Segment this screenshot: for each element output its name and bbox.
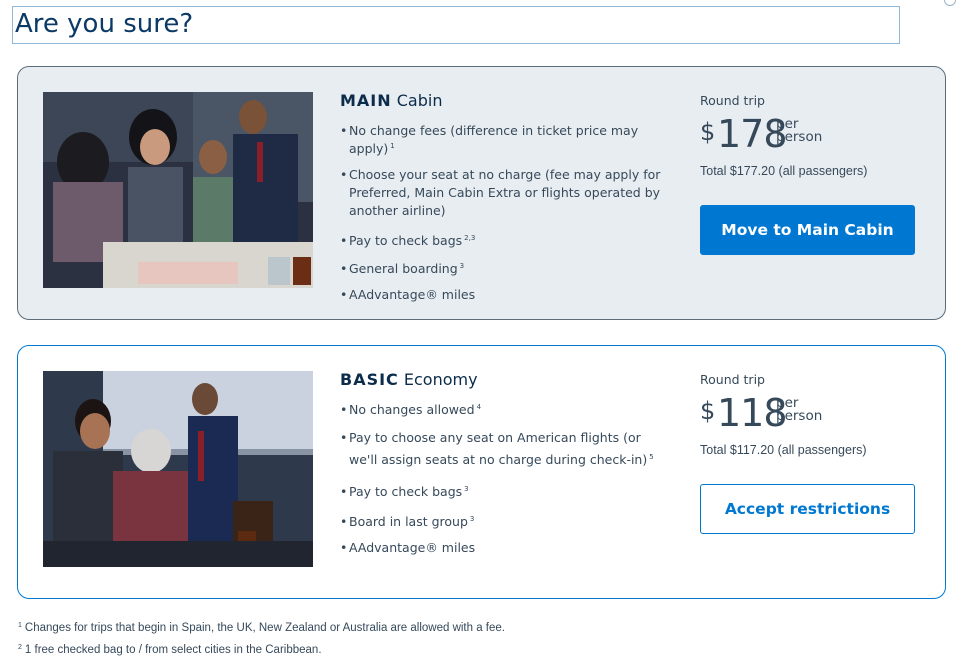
main-cabin-card: MAIN Cabin No change fees (difference in…: [17, 66, 946, 320]
total-price: Total $117.20 (all passengers): [700, 443, 867, 457]
feature-item: Pay to check bags3: [340, 483, 680, 501]
basic-economy-card: BASIC Economy No changes allowed4 Pay to…: [17, 345, 946, 599]
currency-symbol: $: [700, 118, 716, 146]
footnotes: 1 Changes for trips that begin in Spain, …: [18, 617, 918, 661]
feature-item: Choose your seat at no charge (fee may a…: [340, 166, 680, 220]
main-cabin-fare-name: MAIN Cabin: [340, 91, 442, 110]
per-person-label: per person: [776, 116, 823, 145]
round-trip-label: Round trip: [700, 93, 765, 108]
total-price: Total $177.20 (all passengers): [700, 164, 868, 178]
feature-item: Pay to choose any seat on American fligh…: [340, 427, 680, 471]
dialog-title: Are you sure?: [12, 6, 900, 44]
move-to-main-cabin-button[interactable]: Move to Main Cabin: [700, 205, 915, 255]
main-cabin-photo: [43, 92, 313, 288]
feature-item: No changes allowed4: [340, 401, 680, 419]
basic-economy-price: Round trip $ 118 per person Total $117.20…: [700, 372, 920, 457]
accept-restrictions-button[interactable]: Accept restrictions: [700, 484, 915, 534]
basic-economy-features: No changes allowed4 Pay to choose any se…: [340, 401, 680, 557]
fare-name-rest: Economy: [403, 370, 478, 389]
footnote: 21 free checked bag to / from select cit…: [18, 644, 322, 656]
main-cabin-features: No change fees (difference in ticket pri…: [340, 122, 680, 304]
feature-item: Pay to check bags2,3: [340, 232, 680, 250]
feature-item: AAdvantage® miles: [340, 286, 680, 304]
price-row: $ 178 per person: [700, 112, 920, 158]
footnote: 1 Changes for trips that begin in Spain, …: [18, 622, 505, 634]
main-cabin-price: Round trip $ 178 per person Total $177.20…: [700, 93, 920, 178]
currency-symbol: $: [700, 397, 716, 425]
close-icon[interactable]: [944, 0, 956, 6]
round-trip-label: Round trip: [700, 372, 765, 387]
basic-economy-fare-name: BASIC Economy: [340, 370, 478, 389]
fare-name-strong: MAIN: [340, 91, 392, 110]
feature-item: AAdvantage® miles: [340, 539, 680, 557]
basic-economy-photo: [43, 371, 313, 567]
fare-name-strong: BASIC: [340, 370, 399, 389]
feature-item: General boarding3: [340, 260, 680, 278]
price-row: $ 118 per person: [700, 391, 920, 437]
fare-name-rest: Cabin: [396, 91, 443, 110]
feature-item: No change fees (difference in ticket pri…: [340, 122, 680, 158]
feature-item: Board in last group3: [340, 513, 680, 531]
per-person-label: per person: [776, 395, 823, 424]
